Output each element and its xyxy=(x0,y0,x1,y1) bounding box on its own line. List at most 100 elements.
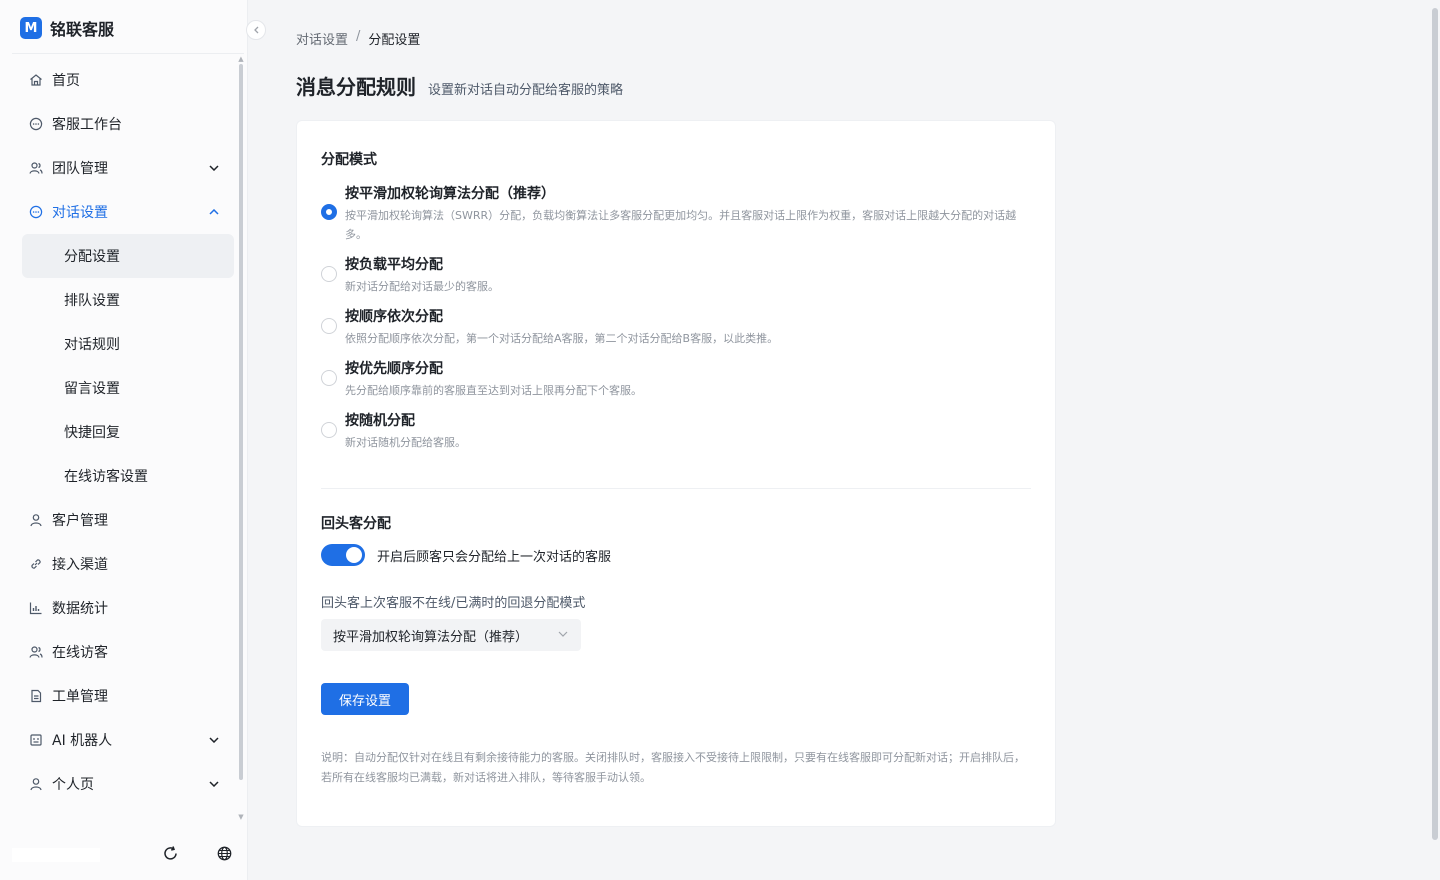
sidebar-item-label: 团队管理 xyxy=(52,161,108,177)
option-description: 按平滑加权轮询算法（SWRR）分配，负载均衡算法让多客服分配更加均匀。并且客服对… xyxy=(345,209,1017,241)
user-icon xyxy=(28,776,44,792)
user-icon xyxy=(28,512,44,528)
sidebar-item-label: 客户管理 xyxy=(52,513,108,529)
note-text: 说明：自动分配仅针对在线且有剩余接待能力的客服。关闭排队时，客服接入不受接待上限… xyxy=(321,751,1025,784)
assign-option-swrr[interactable]: 按平滑加权轮询算法分配（推荐） 按平滑加权轮询算法（SWRR）分配，负载均衡算法… xyxy=(321,185,1021,244)
sidebar-item-label: 对话设置 xyxy=(52,205,108,221)
sidebar-item-dialog-settings[interactable]: 对话设置 xyxy=(12,190,238,234)
chevron-down-icon xyxy=(208,734,220,746)
radio-button[interactable] xyxy=(321,370,337,386)
sidebar-item-label: 个人页 xyxy=(52,777,94,793)
breadcrumb-parent[interactable]: 对话设置 xyxy=(296,29,348,48)
radio-button[interactable] xyxy=(321,266,337,282)
chevron-down-icon xyxy=(208,778,220,790)
fallback-mode-select[interactable]: 按平滑加权轮询算法分配（推荐） xyxy=(321,619,581,651)
fallback-mode-label: 回头客上次客服不在线/已满时的回退分配模式 xyxy=(321,596,586,611)
refresh-icon[interactable] xyxy=(160,843,180,863)
sidebar-item-label: 接入渠道 xyxy=(52,557,108,573)
sidebar: M 铭联客服 首页 客服工作台 团队管理 对话设置 分配设置 排队设置 对话规则… xyxy=(0,0,248,880)
sidebar-item-ai-robot[interactable]: AI 机器人 xyxy=(12,718,238,762)
sidebar-item-tickets[interactable]: 工单管理 xyxy=(12,674,238,718)
option-description: 依照分配顺序依次分配，第一个对话分配给A客服，第二个对话分配给B客服，以此类推。 xyxy=(345,332,779,345)
ticket-icon xyxy=(28,688,44,704)
sidebar-item-profile[interactable]: 个人页 xyxy=(12,762,238,806)
sidebar-item-label: AI 机器人 xyxy=(52,733,113,749)
radio-button[interactable] xyxy=(321,204,337,220)
sidebar-item-label: 工单管理 xyxy=(52,689,108,705)
toggle-knob xyxy=(346,547,362,563)
select-value: 按平滑加权轮询算法分配（推荐） xyxy=(333,629,529,645)
option-description: 新对话随机分配给客服。 xyxy=(345,436,466,449)
team-icon xyxy=(28,160,44,176)
breadcrumb-separator: / xyxy=(356,29,361,44)
option-title: 按随机分配 xyxy=(345,413,415,429)
sidebar-item-statistics[interactable]: 数据统计 xyxy=(12,586,238,630)
brand-name: 铭联客服 xyxy=(50,20,115,39)
assign-option-random[interactable]: 按随机分配 新对话随机分配给客服。 xyxy=(321,412,1021,452)
section-divider xyxy=(321,488,1031,489)
chat-bubble-icon xyxy=(28,204,44,220)
option-title: 按优先顺序分配 xyxy=(345,361,443,377)
sidebar-item-label: 首页 xyxy=(52,73,80,89)
link-icon xyxy=(28,556,44,572)
sidebar-divider xyxy=(12,53,244,54)
sidebar-subitem-rules[interactable]: 对话规则 xyxy=(22,322,234,366)
returning-toggle-row: 开启后顾客只会分配给上一次对话的客服 xyxy=(321,544,611,566)
chevron-down-icon xyxy=(557,628,569,640)
chevron-down-icon xyxy=(208,162,220,174)
sidebar-subitem-visitor-settings[interactable]: 在线访客设置 xyxy=(22,454,234,498)
sidebar-nav: 首页 客服工作台 团队管理 对话设置 分配设置 排队设置 对话规则 留言设置 快… xyxy=(12,58,238,806)
radio-button[interactable] xyxy=(321,422,337,438)
option-description: 先分配给顺序靠前的客服直至达到对话上限再分配下个客服。 xyxy=(345,384,642,397)
visitors-icon xyxy=(28,644,44,660)
page-title: 消息分配规则 xyxy=(296,75,416,99)
user-name-redacted xyxy=(12,848,100,862)
sidebar-item-online-visitors[interactable]: 在线访客 xyxy=(12,630,238,674)
sidebar-item-label: 数据统计 xyxy=(52,601,108,617)
sidebar-subitem-assign[interactable]: 分配设置 xyxy=(22,234,234,278)
returning-customer-toggle[interactable] xyxy=(321,544,365,566)
sidebar-scrollbar[interactable] xyxy=(239,64,243,780)
assign-mode-options: 按平滑加权轮询算法分配（推荐） 按平滑加权轮询算法（SWRR）分配，负载均衡算法… xyxy=(321,185,1021,452)
assign-option-priority[interactable]: 按优先顺序分配 先分配给顺序靠前的客服直至达到对话上限再分配下个客服。 xyxy=(321,360,1021,400)
chevron-left-icon xyxy=(254,26,259,34)
sidebar-subitem-queue[interactable]: 排队设置 xyxy=(22,278,234,322)
home-icon xyxy=(28,72,44,88)
collapse-sidebar-button[interactable] xyxy=(246,20,266,40)
sidebar-item-channels[interactable]: 接入渠道 xyxy=(12,542,238,586)
sidebar-scroll-up-arrow[interactable]: ▲ xyxy=(237,56,245,63)
option-title: 按平滑加权轮询算法分配（推荐） xyxy=(345,186,555,202)
option-title: 按负载平均分配 xyxy=(345,257,443,273)
sidebar-subitem-quick-reply[interactable]: 快捷回复 xyxy=(22,410,234,454)
breadcrumb: 对话设置 / 分配设置 xyxy=(296,29,420,48)
sidebar-scroll-down-arrow[interactable]: ▼ xyxy=(237,814,245,821)
chevron-up-icon xyxy=(208,206,220,218)
save-button[interactable]: 保存设置 xyxy=(321,683,409,715)
radio-button[interactable] xyxy=(321,318,337,334)
chat-bubble-icon xyxy=(28,116,44,132)
option-description: 新对话分配给对话最少的客服。 xyxy=(345,280,499,293)
settings-card: 分配模式 按平滑加权轮询算法分配（推荐） 按平滑加权轮询算法（SWRR）分配，负… xyxy=(296,120,1056,827)
sidebar-item-team[interactable]: 团队管理 xyxy=(12,146,238,190)
page-subtitle: 设置新对话自动分配给客服的策略 xyxy=(428,83,624,98)
globe-icon[interactable] xyxy=(214,843,234,863)
sidebar-item-label: 客服工作台 xyxy=(52,117,122,133)
brand-logo: M xyxy=(20,17,42,39)
page-scrollbar[interactable] xyxy=(1432,8,1438,840)
assign-option-sequential[interactable]: 按顺序依次分配 依照分配顺序依次分配，第一个对话分配给A客服，第二个对话分配给B… xyxy=(321,308,1021,348)
assign-mode-title: 分配模式 xyxy=(321,152,377,168)
sidebar-item-customers[interactable]: 客户管理 xyxy=(12,498,238,542)
bar-chart-icon xyxy=(28,600,44,616)
sidebar-item-workbench[interactable]: 客服工作台 xyxy=(12,102,238,146)
breadcrumb-current: 分配设置 xyxy=(368,33,421,48)
sidebar-item-label: 在线访客 xyxy=(52,645,108,661)
assign-option-load-balance[interactable]: 按负载平均分配 新对话分配给对话最少的客服。 xyxy=(321,256,1021,296)
page-header: 消息分配规则 设置新对话自动分配给客服的策略 xyxy=(296,71,623,100)
sidebar-subitem-message[interactable]: 留言设置 xyxy=(22,366,234,410)
option-title: 按顺序依次分配 xyxy=(345,309,443,325)
returning-customer-title: 回头客分配 xyxy=(321,516,391,532)
sidebar-item-home[interactable]: 首页 xyxy=(12,58,238,102)
robot-icon xyxy=(28,732,44,748)
brand[interactable]: M 铭联客服 xyxy=(20,16,114,40)
sidebar-footer xyxy=(0,836,248,872)
